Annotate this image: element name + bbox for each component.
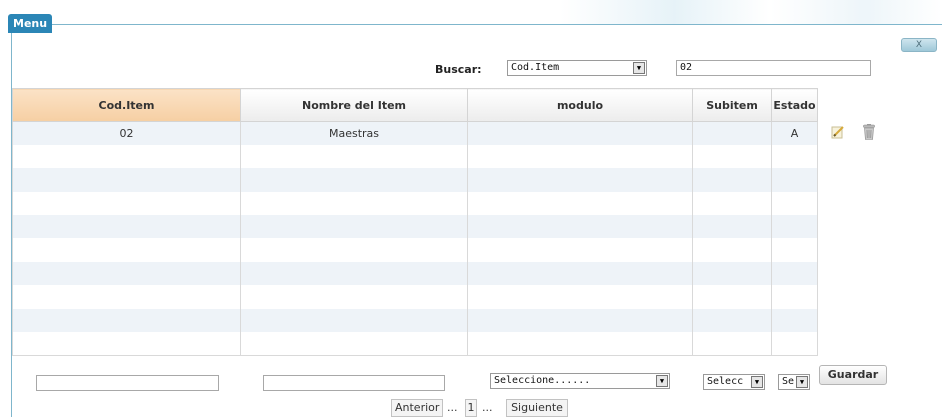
next-page-button[interactable]: Siguiente — [506, 399, 568, 417]
column-header-modulo[interactable]: modulo — [467, 88, 693, 122]
save-button[interactable]: Guardar — [819, 365, 887, 385]
search-input[interactable]: 02 — [676, 60, 871, 76]
search-label: Buscar: — [435, 63, 482, 76]
prev-page-button[interactable]: Anterior — [391, 399, 443, 417]
empty-row — [12, 215, 818, 239]
cell-nombre: Maestras — [240, 121, 468, 145]
table-row[interactable]: 02 Maestras A — [12, 121, 818, 145]
modulo-select[interactable]: Seleccione...... ▼ — [490, 373, 670, 389]
edit-icon[interactable] — [831, 125, 845, 139]
empty-row — [12, 168, 818, 192]
items-table: Cod.Item Nombre del Item modulo Subitem … — [12, 88, 818, 356]
empty-row — [12, 261, 818, 286]
cell-modulo — [467, 121, 693, 145]
cell-subitem — [692, 121, 772, 145]
subitem-selected: Selecc — [707, 376, 744, 387]
cell-estado: A — [771, 121, 818, 145]
modulo-selected: Seleccione...... — [494, 375, 591, 386]
menu-tab: Menu — [8, 14, 53, 33]
page-number-button[interactable]: 1 — [465, 399, 477, 417]
estado-select[interactable]: Se ▼ — [778, 374, 810, 390]
subitem-select[interactable]: Selecc ▼ — [703, 374, 765, 390]
column-header-cod-item[interactable]: Cod.Item — [12, 88, 241, 122]
column-header-estado[interactable]: Estado — [771, 88, 818, 122]
header-decoration — [560, 0, 942, 24]
empty-row — [12, 332, 818, 356]
pagination-ellipsis: ... — [447, 401, 458, 414]
nombre-input[interactable] — [263, 375, 445, 391]
cell-cod-item: 02 — [12, 121, 241, 145]
close-button[interactable]: X — [901, 38, 937, 52]
empty-row — [12, 308, 818, 333]
pagination-ellipsis: ... — [482, 401, 493, 414]
chevron-down-icon: ▼ — [796, 376, 808, 388]
estado-selected: Se — [782, 376, 795, 387]
cod-item-input[interactable] — [36, 375, 219, 391]
trash-icon[interactable] — [863, 124, 875, 140]
search-field-selected: Cod.Item — [511, 62, 560, 73]
column-header-subitem[interactable]: Subitem — [692, 88, 772, 122]
empty-row — [12, 191, 818, 216]
search-field-select[interactable]: Cod.Item ▼ — [507, 60, 647, 76]
chevron-down-icon: ▼ — [751, 376, 763, 388]
empty-row — [12, 144, 818, 169]
empty-row — [12, 238, 818, 262]
column-header-nombre[interactable]: Nombre del Item — [240, 88, 468, 122]
empty-row — [12, 285, 818, 309]
table-header-row: Cod.Item Nombre del Item modulo Subitem … — [12, 88, 818, 122]
chevron-down-icon: ▼ — [633, 62, 645, 74]
chevron-down-icon: ▼ — [656, 375, 668, 387]
